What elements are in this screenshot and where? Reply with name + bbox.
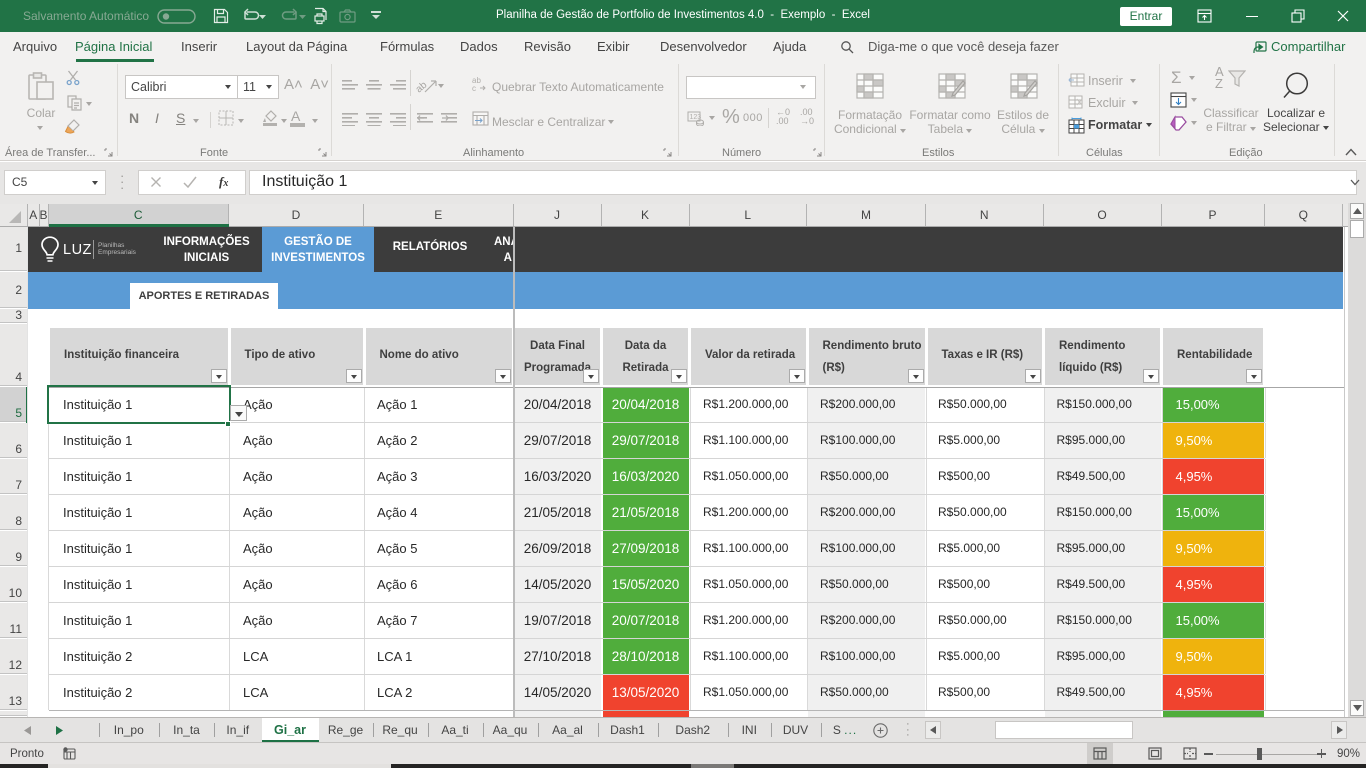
svg-text:c: c <box>472 84 476 92</box>
